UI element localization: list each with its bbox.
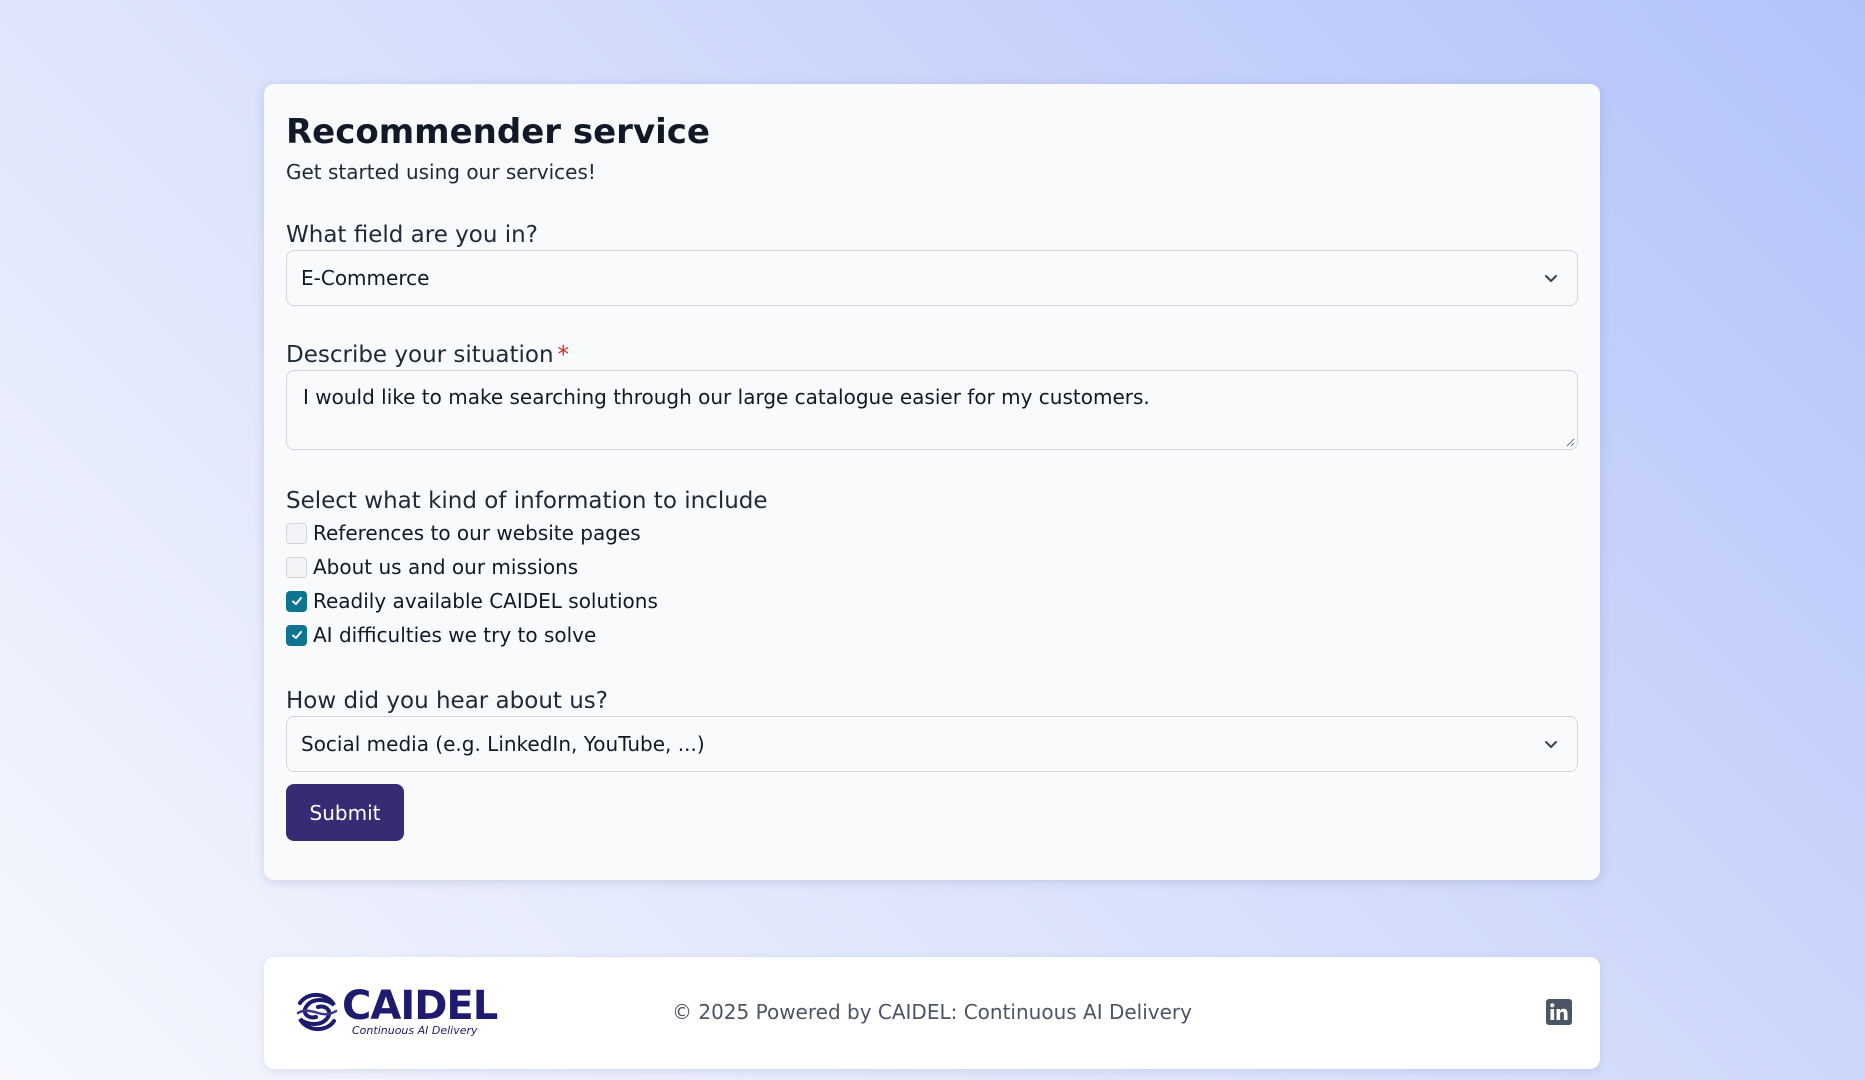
checkbox-checked[interactable] [286, 590, 307, 612]
field-select[interactable]: E-Commerce [286, 250, 1578, 306]
checkbox-option-caidel-solutions[interactable]: Readily available CAIDEL solutions [286, 584, 1578, 618]
check-icon [291, 597, 302, 605]
page-subtitle: Get started using our services! [286, 160, 596, 184]
info-checkbox-list: References to our website pages About us… [286, 516, 1578, 652]
checkbox-option-ai-difficulties[interactable]: AI difficulties we try to solve [286, 618, 1578, 652]
submit-button[interactable]: Submit [286, 784, 404, 841]
checkbox-label: Readily available CAIDEL solutions [313, 589, 658, 613]
situation-label: Describe your situation * [286, 340, 1578, 370]
field-label: What field are you in? [286, 222, 538, 248]
logo-tagline: Continuous AI Delivery [352, 1024, 478, 1037]
page-title: Recommender service [286, 112, 710, 152]
checkbox-unchecked[interactable] [286, 556, 307, 578]
copyright-text: © 2025 Powered by CAIDEL: Continuous AI … [672, 1000, 1192, 1024]
checkbox-label: AI difficulties we try to solve [313, 623, 597, 647]
situation-label-text: Describe your situation [286, 342, 554, 368]
field-select-value: E-Commerce [301, 266, 430, 290]
checkbox-label: About us and our missions [313, 555, 579, 579]
situation-textarea[interactable]: I would like to make searching through o… [286, 370, 1578, 450]
resize-handle-icon[interactable] [1565, 437, 1575, 447]
recommender-form-card: Recommender service Get started using ou… [264, 84, 1600, 880]
source-label: How did you hear about us? [286, 688, 608, 714]
situation-textarea-value: I would like to make searching through o… [303, 385, 1150, 409]
source-select-value: Social media (e.g. LinkedIn, YouTube, ..… [301, 732, 705, 756]
checkbox-unchecked[interactable] [286, 522, 307, 544]
checkbox-option-about-us[interactable]: About us and our missions [286, 550, 1578, 584]
source-select[interactable]: Social media (e.g. LinkedIn, YouTube, ..… [286, 716, 1578, 772]
checkbox-option-website-pages[interactable]: References to our website pages [286, 516, 1578, 550]
footer: CAIDEL Continuous AI Delivery © 2025 Pow… [264, 957, 1600, 1069]
checkbox-checked[interactable] [286, 624, 307, 646]
linkedin-icon[interactable] [1546, 999, 1572, 1025]
checkbox-label: References to our website pages [313, 521, 641, 545]
info-label: Select what kind of information to inclu… [286, 488, 768, 514]
check-icon [291, 631, 302, 639]
chevron-down-icon [1545, 275, 1557, 282]
required-marker: * [557, 342, 570, 368]
chevron-down-icon [1545, 741, 1557, 748]
